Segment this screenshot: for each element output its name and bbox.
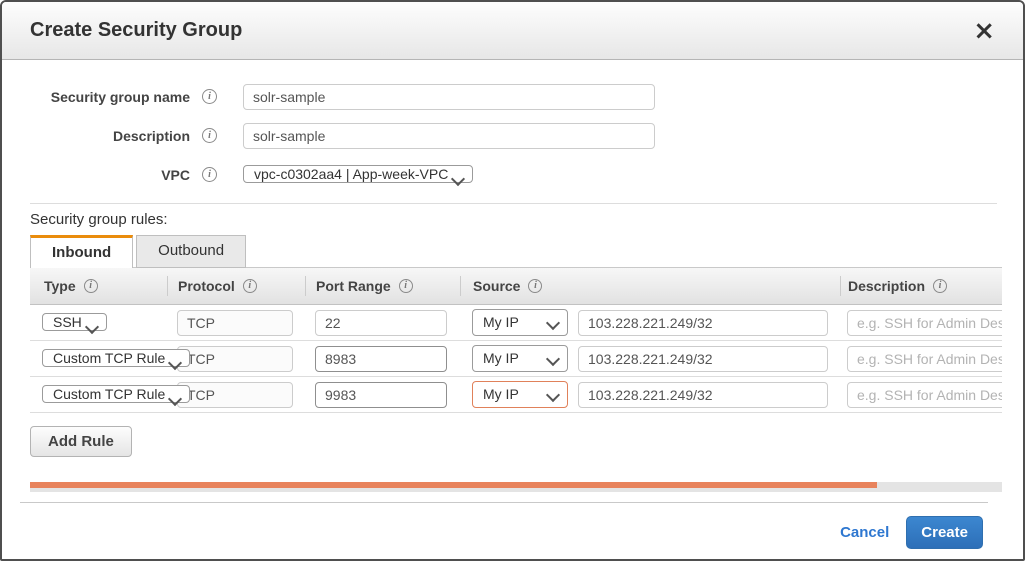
dialog-title: Create Security Group bbox=[30, 19, 242, 42]
rule-description-field[interactable] bbox=[847, 382, 1002, 408]
info-icon[interactable]: i bbox=[202, 128, 217, 143]
security-group-name-label: Security group name bbox=[2, 89, 190, 105]
info-icon[interactable]: i bbox=[528, 279, 542, 293]
info-icon[interactable]: i bbox=[84, 279, 98, 293]
dialog-footer: Cancel Create bbox=[2, 516, 1023, 549]
column-header-protocol: Protocol bbox=[178, 278, 235, 294]
source-cidr-field[interactable] bbox=[578, 346, 828, 372]
horizontal-scrollbar-track[interactable] bbox=[30, 482, 1002, 492]
table-row: SSH My IP bbox=[30, 305, 1002, 341]
protocol-field[interactable] bbox=[177, 346, 293, 372]
vpc-label: VPC bbox=[2, 167, 190, 183]
info-icon[interactable]: i bbox=[202, 167, 217, 182]
source-cidr-field[interactable] bbox=[578, 310, 828, 336]
column-header-description: Description bbox=[848, 278, 925, 294]
source-mode-select[interactable]: My IP bbox=[472, 345, 568, 372]
create-security-group-dialog: Create Security Group × Security group n… bbox=[0, 0, 1025, 561]
info-icon[interactable]: i bbox=[243, 279, 257, 293]
security-group-name-field[interactable] bbox=[243, 84, 655, 110]
rules-section-label: Security group rules: bbox=[30, 211, 1023, 228]
form-row-description: Description i bbox=[2, 116, 1023, 155]
source-mode-select[interactable]: My IP bbox=[472, 381, 568, 408]
column-header-type: Type bbox=[44, 278, 76, 294]
tab-inbound[interactable]: Inbound bbox=[30, 235, 133, 268]
type-select[interactable]: Custom TCP Rule bbox=[42, 349, 190, 367]
protocol-field[interactable] bbox=[177, 310, 293, 336]
description-field[interactable] bbox=[243, 123, 655, 149]
table-row: Custom TCP Rule My IP bbox=[30, 377, 1002, 413]
info-icon[interactable]: i bbox=[399, 279, 413, 293]
protocol-field[interactable] bbox=[177, 382, 293, 408]
create-button[interactable]: Create bbox=[906, 516, 983, 549]
form-row-name: Security group name i bbox=[2, 77, 1023, 116]
type-select[interactable]: Custom TCP Rule bbox=[42, 385, 190, 403]
description-label: Description bbox=[2, 128, 190, 144]
info-icon[interactable]: i bbox=[202, 89, 217, 104]
horizontal-scrollbar-thumb[interactable] bbox=[30, 482, 877, 488]
footer-divider bbox=[20, 502, 988, 503]
cancel-button[interactable]: Cancel bbox=[840, 524, 889, 541]
source-mode-select[interactable]: My IP bbox=[472, 309, 568, 336]
info-icon[interactable]: i bbox=[933, 279, 947, 293]
dialog-header: Create Security Group × bbox=[2, 2, 1023, 60]
form-divider bbox=[30, 203, 997, 204]
rule-description-field[interactable] bbox=[847, 310, 1002, 336]
add-rule-button[interactable]: Add Rule bbox=[30, 426, 132, 457]
port-range-field[interactable] bbox=[315, 310, 447, 336]
tab-outbound[interactable]: Outbound bbox=[136, 235, 246, 268]
port-range-field[interactable] bbox=[315, 346, 447, 372]
source-cidr-field[interactable] bbox=[578, 382, 828, 408]
type-select[interactable]: SSH bbox=[42, 313, 107, 331]
form-row-vpc: VPC i vpc-c0302aa4 | App-week-VPC bbox=[2, 155, 1023, 194]
rules-tabs: Inbound Outbound bbox=[30, 235, 1023, 267]
table-row: Custom TCP Rule My IP bbox=[30, 341, 1002, 377]
column-header-port-range: Port Range bbox=[316, 278, 391, 294]
table-header: Typei Protocoli Port Rangei Sourcei Desc… bbox=[30, 267, 1002, 305]
form-area: Security group name i Description i VPC … bbox=[2, 60, 1023, 194]
vpc-select[interactable]: vpc-c0302aa4 | App-week-VPC bbox=[243, 165, 473, 183]
column-header-source: Source bbox=[473, 278, 520, 294]
close-icon[interactable]: × bbox=[973, 21, 995, 41]
rules-table: Typei Protocoli Port Rangei Sourcei Desc… bbox=[30, 267, 1002, 413]
port-range-field[interactable] bbox=[315, 382, 447, 408]
rule-description-field[interactable] bbox=[847, 346, 1002, 372]
